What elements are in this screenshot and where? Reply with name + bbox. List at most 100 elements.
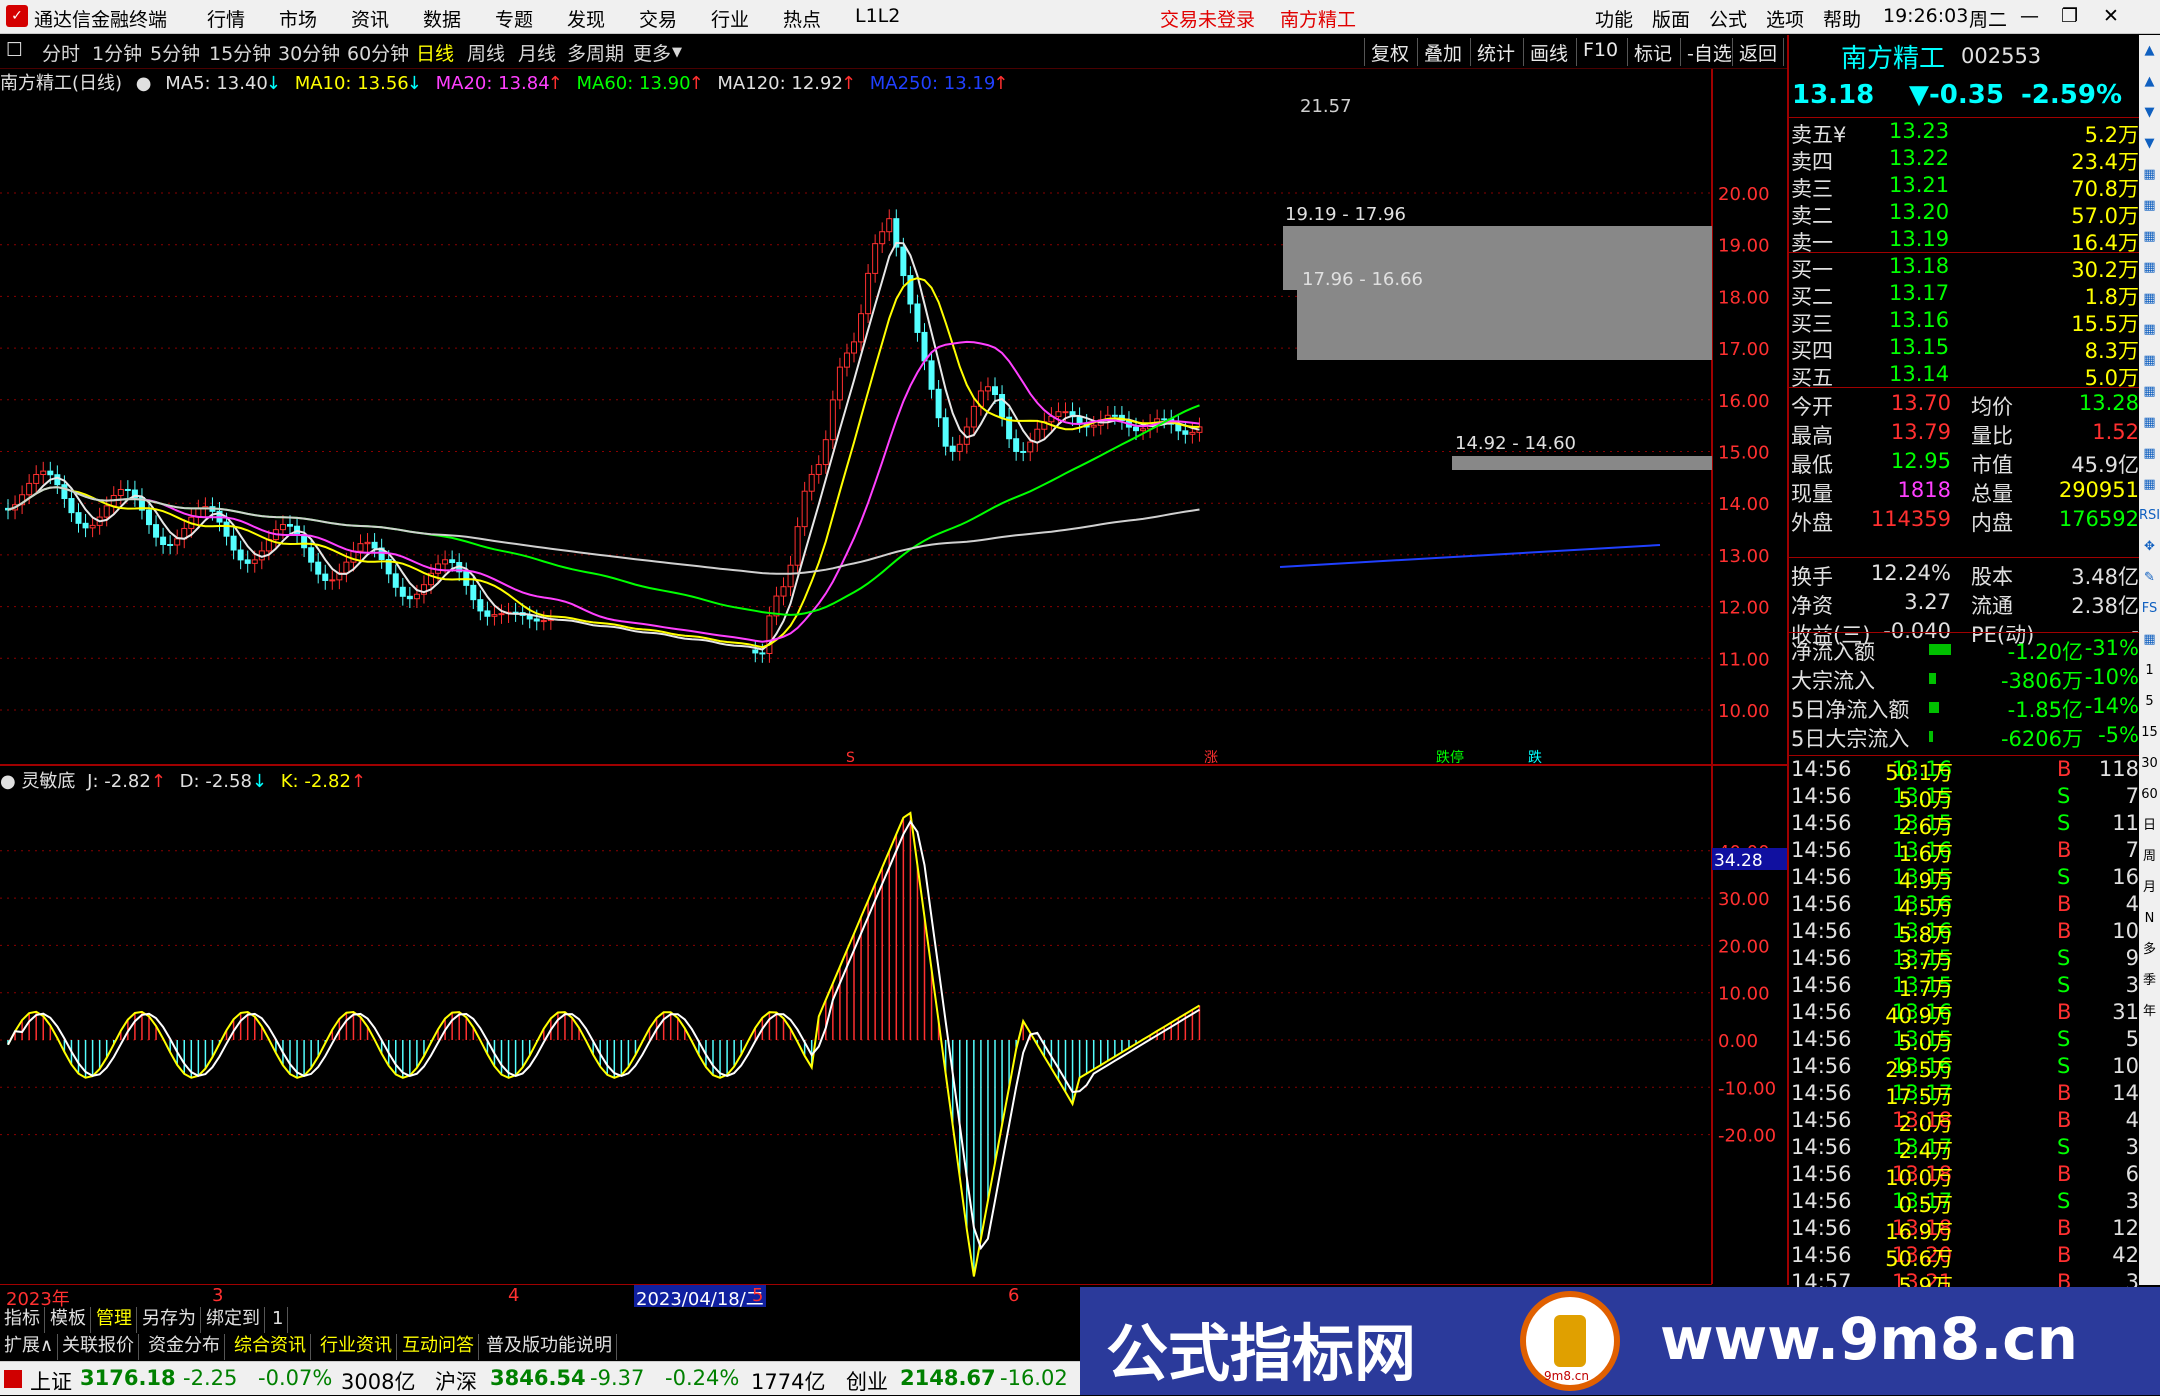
flow-row[interactable]: 5日大宗流入 -6206万 -5% (1789, 723, 2141, 751)
period-30min[interactable]: 30分钟 (278, 39, 340, 66)
side-tool-icon[interactable]: 季 (2139, 965, 2160, 996)
trade-login-status[interactable]: 交易未登录 (1160, 5, 1255, 32)
tab-template[interactable]: 模板 (46, 1307, 91, 1333)
side-tool-icon[interactable]: ▦ (2139, 190, 2160, 221)
side-tool-icon[interactable]: FS (2139, 593, 2160, 624)
side-tool-icon[interactable]: 月 (2139, 872, 2160, 903)
tick-row[interactable]: 14:56 13.17 17.5万 B 14 (1789, 1081, 2141, 1109)
menu-discover[interactable]: 发现 (567, 5, 605, 32)
index-name[interactable]: 上证 (30, 1366, 72, 1396)
stat-row[interactable]: 现量 1818 总量 290951 (1789, 478, 2141, 506)
index-name[interactable]: 沪深 (435, 1366, 477, 1396)
tick-row[interactable]: 14:56 13.17 0.5万 S 3 (1789, 1189, 2141, 1217)
menu-market-quote[interactable]: 行情 (207, 5, 245, 32)
tab-number[interactable]: 1 (268, 1307, 289, 1333)
side-tool-icon[interactable]: ▼ (2139, 97, 2160, 128)
tool-overlay[interactable]: 叠加 (1417, 38, 1468, 66)
side-tool-icon[interactable]: ✥ (2139, 531, 2160, 562)
tick-row[interactable]: 14:56 13.18 2.0万 B 4 (1789, 1108, 2141, 1136)
tool-f10[interactable]: F10 (1576, 38, 1624, 66)
tab-manage[interactable]: 管理 (92, 1307, 137, 1333)
side-tool-icon[interactable]: 15 (2139, 717, 2160, 748)
menu-formula[interactable]: 公式 (1709, 5, 1747, 32)
bid-row[interactable]: 买三 13.16 15.5万 (1789, 308, 2141, 336)
flow-row[interactable]: 净流入额 -1.20亿 -31% (1789, 636, 2141, 664)
tick-row[interactable]: 14:56 13.18 10.0万 B 6 (1789, 1162, 2141, 1190)
tick-row[interactable]: 14:56 13.15 2.6万 S 11 (1789, 811, 2141, 839)
side-tool-icon[interactable]: ✎ (2139, 562, 2160, 593)
menu-function[interactable]: 功能 (1595, 5, 1633, 32)
period-more[interactable]: 更多 (633, 39, 671, 66)
side-tool-icon[interactable]: ▦ (2139, 283, 2160, 314)
period-intraday[interactable]: 分时 (42, 39, 80, 66)
period-60min[interactable]: 60分钟 (347, 39, 409, 66)
period-15min[interactable]: 15分钟 (209, 39, 271, 66)
bid-row[interactable]: 买四 13.15 8.3万 (1789, 335, 2141, 363)
ask-row[interactable]: 卖四 13.22 23.4万 (1789, 146, 2141, 174)
tab-fund-distribution[interactable]: 资金分布 (144, 1334, 225, 1360)
period-multi[interactable]: 多周期 (567, 39, 624, 66)
bid-row[interactable]: 买五 13.14 5.0万 (1789, 362, 2141, 390)
tool-back[interactable]: 返回 (1732, 38, 1785, 66)
tool-draw[interactable]: 画线 (1523, 38, 1574, 66)
tick-row[interactable]: 14:56 13.16 29.5万 S 10 (1789, 1054, 2141, 1082)
menu-market[interactable]: 市场 (279, 5, 317, 32)
tab-save-as[interactable]: 另存为 (138, 1307, 201, 1333)
side-tool-icon[interactable]: 多 (2139, 934, 2160, 965)
tick-row[interactable]: 14:56 13.15 5.0万 S 7 (1789, 784, 2141, 812)
tick-row[interactable]: 14:56 13.16 50.1万 B 118 (1789, 757, 2141, 785)
side-tool-icon[interactable]: 1 (2139, 655, 2160, 686)
tick-row[interactable]: 14:56 13.17 2.4万 S 3 (1789, 1135, 2141, 1163)
side-tool-icon[interactable]: ▼ (2139, 128, 2160, 159)
tick-row[interactable]: 14:56 13.15 3.7万 S 9 (1789, 946, 2141, 974)
stat-row[interactable]: 外盘 114359 内盘 176592 (1789, 507, 2141, 535)
tab-feature-help[interactable]: 普及版功能说明 (482, 1334, 617, 1360)
side-tool-icon[interactable]: ▦ (2139, 624, 2160, 655)
side-tool-icon[interactable]: ▦ (2139, 376, 2160, 407)
side-tool-icon[interactable]: 60 (2139, 779, 2160, 810)
restore-icon[interactable]: ❐ (2061, 5, 2078, 27)
menu-news[interactable]: 资讯 (351, 5, 389, 32)
tick-row[interactable]: 14:56 13.16 4.5万 B 4 (1789, 892, 2141, 920)
tool-adjust[interactable]: 复权 (1364, 38, 1415, 66)
tab-industry-news[interactable]: 行业资讯 (316, 1334, 397, 1360)
side-tool-icon[interactable]: ▲ (2139, 66, 2160, 97)
side-tool-icon[interactable]: ▦ (2139, 438, 2160, 469)
stat-row[interactable]: 最高 13.79 量比 1.52 (1789, 420, 2141, 448)
period-weekly[interactable]: 周线 (467, 39, 505, 66)
side-tool-icon[interactable]: ▦ (2139, 469, 2160, 500)
period-daily[interactable]: 日线 (416, 39, 454, 66)
side-tool-icon[interactable]: 5 (2139, 686, 2160, 717)
menu-topics[interactable]: 专题 (495, 5, 533, 32)
side-tool-icon[interactable]: N (2139, 903, 2160, 934)
tick-row[interactable]: 14:56 13.15 1.7万 S 3 (1789, 973, 2141, 1001)
menu-industry[interactable]: 行业 (711, 5, 749, 32)
stat-row[interactable]: 换手 12.24% 股本 3.48亿 (1789, 561, 2141, 589)
side-tool-icon[interactable]: 30 (2139, 748, 2160, 779)
tool-stats[interactable]: 统计 (1470, 38, 1521, 66)
tick-row[interactable]: 14:56 13.16 40.9万 B 31 (1789, 1000, 2141, 1028)
menu-hotspot[interactable]: 热点 (783, 5, 821, 32)
side-tool-icon[interactable]: ▦ (2139, 221, 2160, 252)
index-name[interactable]: 创业 (846, 1366, 888, 1396)
menu-trade[interactable]: 交易 (639, 5, 677, 32)
ask-row[interactable]: 卖五¥ 13.23 5.2万 (1789, 119, 2141, 147)
tick-row[interactable]: 14:56 13.18 16.9万 B 12 (1789, 1216, 2141, 1244)
stat-row[interactable]: 今开 13.70 均价 13.28 (1789, 391, 2141, 419)
tick-row[interactable]: 14:56 13.16 1.6万 B 7 (1789, 838, 2141, 866)
ask-row[interactable]: 卖一 13.19 16.4万 (1789, 227, 2141, 255)
tick-row[interactable]: 14:56 13.16 5.8万 B 10 (1789, 919, 2141, 947)
menu-help[interactable]: 帮助 (1823, 5, 1861, 32)
stat-row[interactable]: 最低 12.95 市值 45.9亿 (1789, 449, 2141, 477)
menu-l1l2[interactable]: L1L2 (855, 5, 900, 27)
side-tool-icon[interactable]: ▦ (2139, 407, 2160, 438)
tab-expand[interactable]: 扩展∧ (0, 1334, 59, 1360)
sidebar-toggle-icon[interactable]: ☐ (6, 39, 23, 61)
side-tool-icon[interactable]: 年 (2139, 996, 2160, 1027)
flow-row[interactable]: 大宗流入 -3806万 -10% (1789, 665, 2141, 693)
tick-row[interactable]: 14:56 13.15 4.9万 S 16 (1789, 865, 2141, 893)
close-icon[interactable]: ✕ (2103, 5, 2119, 27)
flow-row[interactable]: 5日净流入额 -1.85亿 -14% (1789, 694, 2141, 722)
side-tool-icon[interactable]: 日 (2139, 810, 2160, 841)
period-5min[interactable]: 5分钟 (150, 39, 200, 66)
